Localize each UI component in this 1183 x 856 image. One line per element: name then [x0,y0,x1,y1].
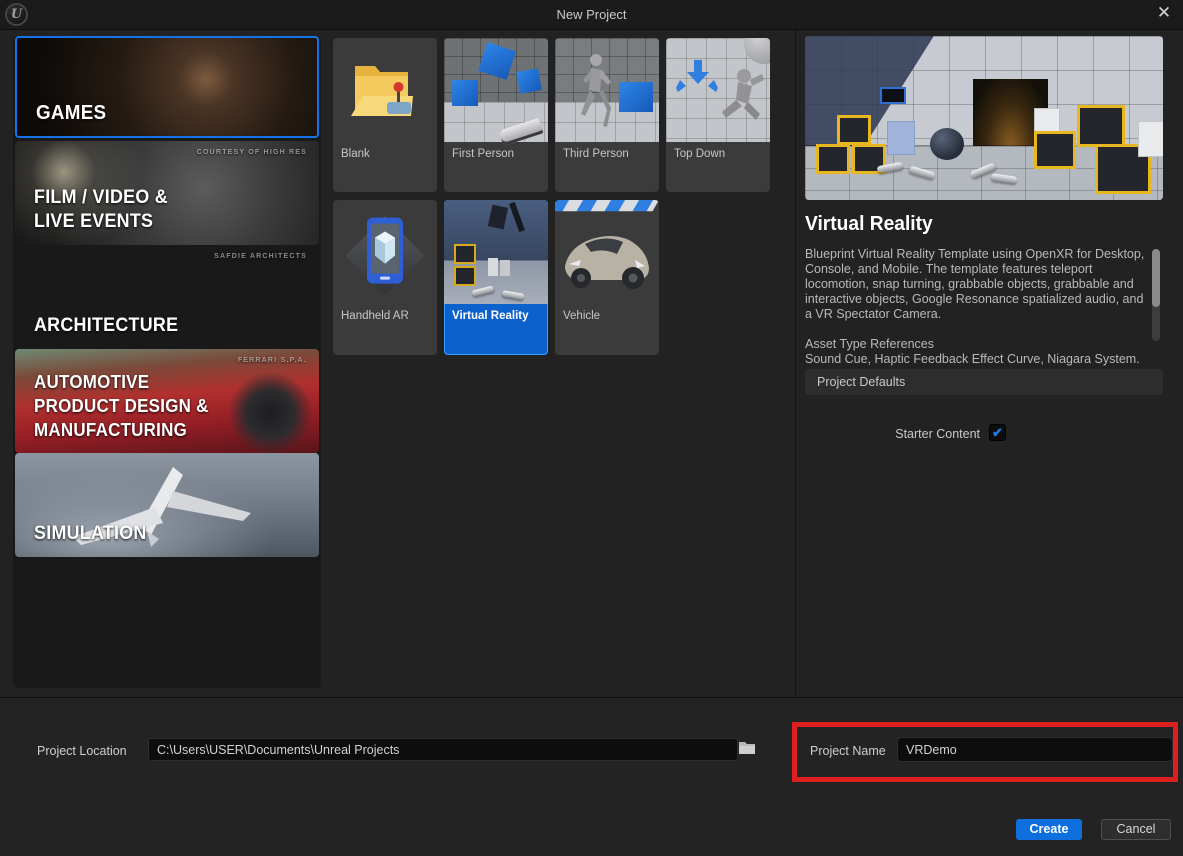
title-bar: U New Project ✕ [0,0,1183,30]
spectator-screen [880,87,906,104]
template-label: Top Down [666,142,770,192]
category-film-video-live-events[interactable]: COURTESY OF HIGH RES FILM / VIDEO & LIVE… [15,141,319,245]
category-label: ARCHITECTURE [34,314,178,338]
template-blank[interactable]: Blank [333,38,437,192]
top-down-thumbnail [666,38,770,142]
template-handheld-ar[interactable]: Handheld AR [333,200,437,355]
project-name-input[interactable] [897,737,1173,762]
template-label: Virtual Reality [444,304,548,355]
asset-refs-list: Sound Cue, Haptic Feedback Effect Curve,… [805,352,1140,366]
template-label: Vehicle [555,304,659,355]
template-description: Blueprint Virtual Reality Template using… [805,247,1145,322]
project-location-label: Project Location [37,744,127,758]
category-sidebar: GAMES COURTESY OF HIGH RES FILM / VIDEO … [13,36,321,688]
category-caption: FERRARI S.P.A. [238,357,307,364]
starter-content-checkbox[interactable]: ✔ [989,424,1006,441]
scrollbar-thumb[interactable] [1152,249,1160,307]
category-label: AUTOMOTIVE PRODUCT DESIGN & MANUFACTURIN… [34,370,209,442]
close-icon[interactable]: ✕ [1153,1,1175,25]
template-top-down[interactable]: Top Down [666,38,770,192]
starter-content-label: Starter Content [805,427,980,441]
template-label: Third Person [555,142,659,192]
mannequin-illustration [575,52,613,130]
template-first-person[interactable]: First Person [444,38,548,192]
template-preview-image [805,36,1163,200]
category-label: SIMULATION [34,522,147,546]
car-illustration [559,226,655,296]
template-label: Blank [333,142,437,192]
new-project-dialog: U New Project ✕ GAMES COURTESY OF HIGH R… [0,0,1183,856]
project-location-input[interactable] [148,738,738,761]
template-label: Handheld AR [333,304,437,355]
category-caption: SAFDIE ARCHITECTS [214,253,307,260]
category-label: GAMES [36,101,106,125]
project-name-label: Project Name [810,744,886,758]
down-arrows-icon [674,58,720,98]
template-label: First Person [444,142,548,192]
vehicle-thumbnail [555,200,659,304]
asset-refs-title: Asset Type References [805,337,934,351]
phone-ar-icon [363,216,407,286]
description-scrollbar[interactable] [1152,249,1160,341]
folder-joystick-icon [349,58,421,124]
template-third-person[interactable]: Third Person [555,38,659,192]
template-vehicle[interactable]: Vehicle [555,200,659,355]
track-curb [555,200,659,211]
template-virtual-reality[interactable]: Virtual Reality [444,200,548,355]
category-games[interactable]: GAMES [15,36,319,138]
third-person-thumbnail [555,38,659,142]
cancel-button[interactable]: Cancel [1101,819,1171,840]
category-caption: COURTESY OF HIGH RES [197,149,307,156]
footer-bar: Project Location Project Name Create Can… [0,697,1183,856]
handheld-ar-thumbnail [333,200,437,304]
template-title: Virtual Reality [805,213,933,236]
category-architecture[interactable]: SAFDIE ARCHITECTS ARCHITECTURE [15,245,319,349]
blank-thumbnail [333,38,437,142]
create-button[interactable]: Create [1016,819,1082,840]
category-label: FILM / VIDEO & LIVE EVENTS [34,186,168,234]
category-simulation[interactable]: SIMULATION [15,453,319,557]
category-automotive[interactable]: FERRARI S.P.A. AUTOMOTIVE PRODUCT DESIGN… [15,349,319,453]
panel-divider [795,30,796,697]
virtual-reality-thumbnail [444,200,548,304]
project-defaults-header[interactable]: Project Defaults [805,369,1163,395]
first-person-thumbnail [444,38,548,142]
mannequin-illustration [718,66,766,126]
browse-folder-icon[interactable] [738,740,756,756]
window-title: New Project [0,0,1183,30]
